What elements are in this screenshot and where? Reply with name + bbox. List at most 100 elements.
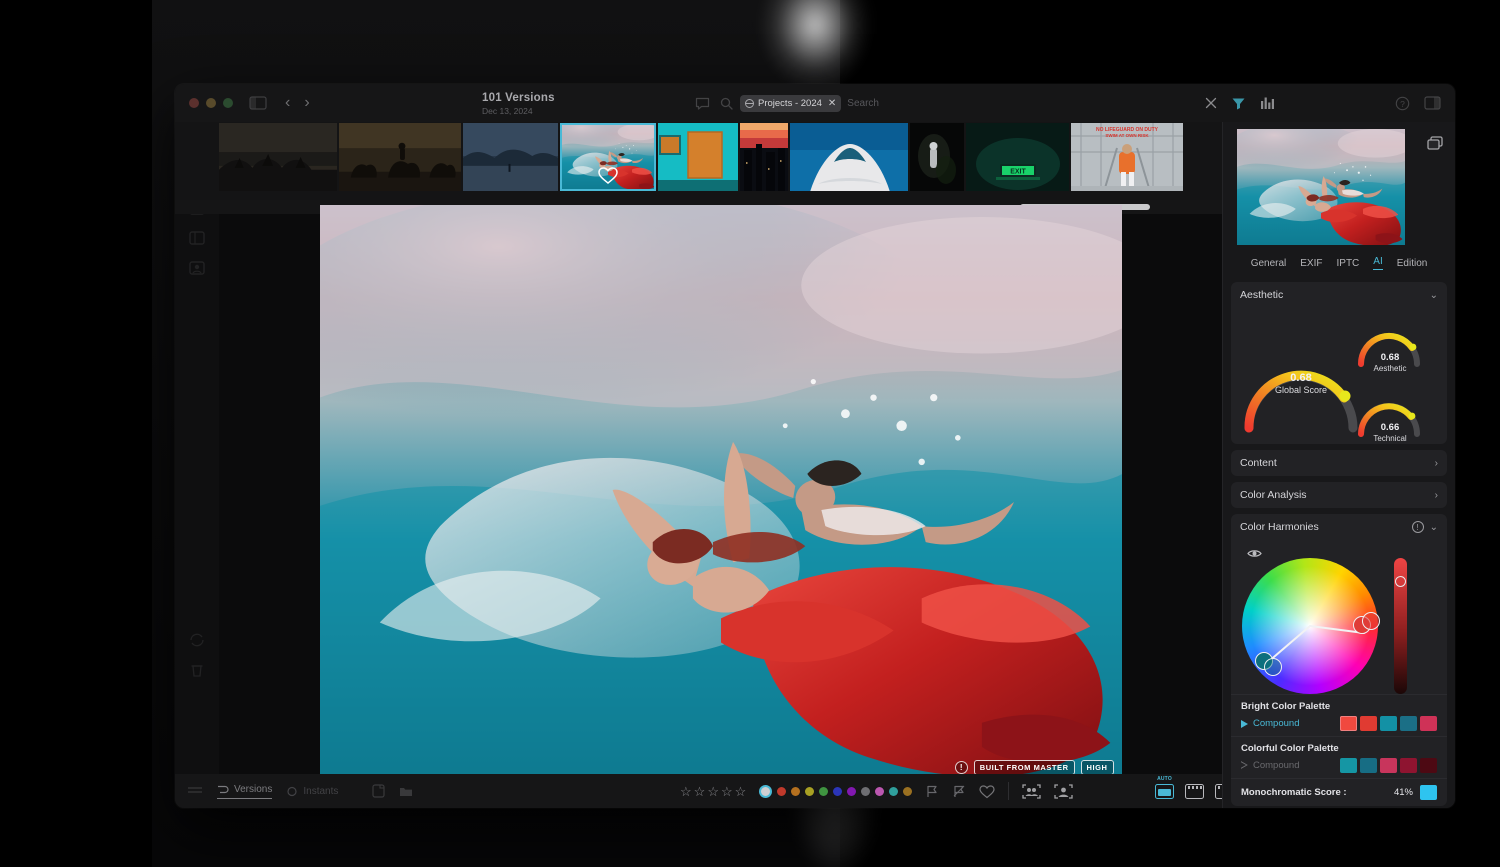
close-window-button[interactable] [189, 98, 199, 108]
thumbnail-desert-camels[interactable] [219, 123, 337, 191]
thumbnail-girl-on-stairs[interactable] [1071, 123, 1183, 191]
info-icon[interactable]: ! [1411, 521, 1424, 533]
thumbnail-underwater-red-dress[interactable] [560, 123, 656, 191]
color-label-red[interactable] [777, 786, 787, 796]
chevron-right-icon[interactable]: › [1435, 458, 1438, 469]
maximize-window-button[interactable] [223, 98, 233, 108]
right-panel-toggle-icon[interactable] [1424, 96, 1441, 110]
star-3[interactable]: ☆ [707, 785, 719, 798]
section-color-analysis-header[interactable]: Color Analysis › [1231, 482, 1447, 508]
section-aesthetic-header[interactable]: Aesthetic ⌄ [1231, 282, 1447, 308]
star-2[interactable]: ☆ [694, 785, 706, 798]
colorful-palette-scheme[interactable]: Compound [1241, 760, 1299, 771]
chevron-down-icon[interactable]: ⌄ [1430, 522, 1438, 533]
brightness-slider-knob[interactable] [1395, 576, 1406, 587]
swatch-colorful-5[interactable] [1420, 758, 1437, 773]
swatch-colorful-4[interactable] [1400, 758, 1417, 773]
color-label-orange[interactable] [791, 786, 801, 796]
tab-edition[interactable]: Edition [1397, 258, 1428, 269]
main-photo[interactable]: ! BUILT FROM MASTER HIGH [319, 205, 1122, 783]
harmony-handle-teal-secondary[interactable] [1264, 658, 1282, 676]
bright-palette-scheme[interactable]: Compound [1241, 718, 1299, 729]
file-icon[interactable] [372, 784, 385, 798]
thumbnail-horse-riders[interactable] [339, 123, 461, 191]
thumbnail-city-sunset-skyline[interactable] [740, 123, 788, 191]
colorful-palette-swatches[interactable] [1340, 758, 1437, 773]
color-label-brown[interactable] [903, 786, 913, 796]
section-color-analysis[interactable]: Color Analysis › [1231, 482, 1447, 508]
rail-icon-sync[interactable] [188, 632, 206, 648]
flag-rejected-icon[interactable] [952, 784, 966, 798]
star-4[interactable]: ☆ [721, 785, 733, 798]
filter-funnel-icon[interactable] [1231, 96, 1246, 111]
flag-icon[interactable] [925, 784, 939, 798]
rail-icon-people[interactable] [188, 260, 206, 276]
image-canvas[interactable]: ! BUILT FROM MASTER HIGH [219, 205, 1222, 783]
tab-instants[interactable]: Instants [286, 786, 338, 797]
tab-ai[interactable]: AI [1373, 256, 1383, 270]
stacked-copies-icon[interactable] [1427, 136, 1443, 150]
bright-palette-swatches[interactable] [1340, 716, 1437, 731]
filmstrip-auto-button[interactable]: AUTO [1155, 776, 1174, 799]
section-content-header[interactable]: Content › [1231, 450, 1447, 476]
preview-thumbnail[interactable] [1237, 129, 1405, 245]
rail-icon-grid[interactable] [188, 230, 206, 246]
color-label-gray[interactable] [861, 786, 871, 796]
navigation-arrows[interactable]: ‹ › [285, 95, 310, 111]
thumbnail-mount-fuji-aerial[interactable] [790, 123, 908, 191]
star-5[interactable]: ☆ [735, 785, 747, 798]
search-token-remove-icon[interactable]: ✕ [828, 98, 836, 109]
folder-icon[interactable] [399, 785, 413, 797]
search-input[interactable]: Projects - 2024 ✕ Search [740, 93, 990, 113]
heart-icon[interactable] [597, 165, 619, 185]
harmony-handle-red-secondary[interactable] [1362, 612, 1380, 630]
swatch-colorful-3[interactable] [1380, 758, 1397, 773]
tab-exif[interactable]: EXIF [1300, 258, 1322, 269]
minimize-window-button[interactable] [206, 98, 216, 108]
thumbnail-lake-mountains[interactable] [463, 123, 558, 191]
menu-lines-icon[interactable] [187, 785, 203, 797]
heart-icon[interactable] [979, 784, 995, 799]
color-label-teal[interactable] [889, 786, 899, 796]
back-button[interactable]: ‹ [285, 95, 290, 111]
tab-general[interactable]: General [1251, 258, 1287, 269]
filmstrip[interactable] [175, 122, 1222, 200]
rating-stars[interactable]: ☆ ☆ ☆ ☆ ☆ [680, 785, 746, 798]
section-content[interactable]: Content › [1231, 450, 1447, 476]
brightness-slider[interactable] [1394, 558, 1407, 694]
color-label-purple[interactable] [847, 786, 857, 796]
swatch-bright-5[interactable] [1420, 716, 1437, 731]
color-label-blue[interactable] [833, 786, 843, 796]
faces-group-icon[interactable] [1022, 783, 1041, 800]
swatch-bright-1[interactable] [1340, 716, 1357, 731]
tab-iptc[interactable]: IPTC [1337, 258, 1360, 269]
thumbnail-teal-garage-door[interactable] [658, 123, 738, 191]
color-label-picker[interactable] [759, 784, 913, 798]
thumbnail-green-exit-sign[interactable] [966, 123, 1069, 191]
swatch-colorful-1[interactable] [1340, 758, 1357, 773]
color-label-yellow[interactable] [805, 786, 815, 796]
left-sidebar-toggle-icon[interactable] [249, 94, 267, 112]
tab-versions[interactable]: Versions [217, 784, 273, 799]
clear-search-button[interactable] [1205, 97, 1217, 109]
swatch-colorful-2[interactable] [1360, 758, 1377, 773]
color-label-pink[interactable] [875, 786, 885, 796]
window-controls[interactable] [175, 98, 233, 108]
inspector-tabs[interactable]: General EXIF IPTC AI Edition [1223, 250, 1455, 276]
help-button[interactable]: ? [1395, 96, 1410, 111]
swatch-bright-3[interactable] [1380, 716, 1397, 731]
color-label-none[interactable] [759, 784, 773, 798]
chevron-right-icon[interactable]: › [1435, 490, 1438, 501]
comment-bubble-icon[interactable] [695, 97, 710, 110]
star-1[interactable]: ☆ [680, 785, 692, 798]
histogram-icon[interactable] [1260, 96, 1275, 110]
filmstrip-small-button[interactable] [1185, 783, 1204, 799]
search-icon[interactable] [720, 97, 733, 110]
search-token-projects[interactable]: Projects - 2024 ✕ [740, 94, 842, 112]
search-bar[interactable]: Projects - 2024 ✕ Search [720, 93, 990, 113]
color-label-green[interactable] [819, 786, 829, 796]
swatch-bright-4[interactable] [1400, 716, 1417, 731]
face-single-icon[interactable] [1054, 783, 1073, 800]
eye-visibility-icon[interactable] [1247, 548, 1262, 558]
info-icon[interactable]: ! [954, 761, 968, 774]
